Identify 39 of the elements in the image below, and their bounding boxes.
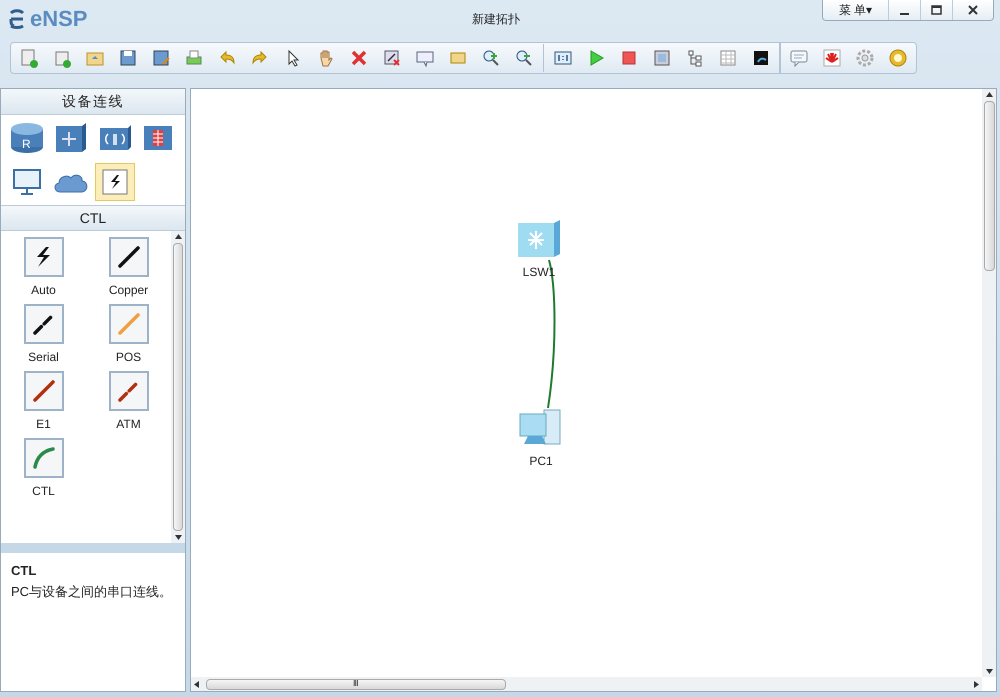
minimize-icon [900, 13, 909, 15]
window-title: 新建拓扑 [472, 11, 520, 28]
panel-header: CTL [1, 205, 185, 231]
link-type-item[interactable]: ATM [86, 371, 171, 433]
scroll-thumb[interactable] [984, 101, 994, 271]
scroll-left-icon [193, 680, 200, 688]
router-letter: R [22, 138, 31, 150]
app-logo: eNSP [30, 8, 88, 30]
scrollbar[interactable] [171, 231, 185, 543]
link-type-item[interactable]: Copper [86, 237, 171, 299]
monitor-icon [11, 167, 43, 197]
link-type-item[interactable]: E1 [1, 371, 86, 433]
close-icon [968, 5, 978, 15]
vertical-scrollbar[interactable] [982, 89, 996, 677]
lightning-icon [102, 169, 128, 195]
link-type-item[interactable]: CTL [1, 438, 86, 500]
scroll-down-icon [174, 534, 182, 541]
device-category-button[interactable]: R [7, 119, 47, 157]
scroll-right-icon [973, 680, 980, 688]
panel-header: 设备连线 [1, 89, 185, 115]
scroll-thumb[interactable]: Ⅲ [206, 678, 506, 690]
horizontal-scrollbar[interactable]: Ⅲ [191, 677, 982, 691]
maximize-icon [931, 5, 942, 15]
device-category-button[interactable] [95, 163, 135, 201]
description-text: PC与设备之间的串口连线。 [11, 584, 173, 598]
scroll-up-icon [986, 91, 992, 98]
description-title: CTL [11, 562, 38, 580]
switch-icon [54, 122, 88, 154]
scroll-down-icon [986, 668, 992, 675]
link-type-item[interactable]: Serial [1, 304, 86, 366]
link-type-item[interactable]: Auto [1, 237, 86, 299]
link-type-item[interactable]: POS [86, 304, 171, 366]
scroll-grip: Ⅲ [353, 680, 359, 688]
lightning-icon [24, 237, 64, 277]
scroll-thumb[interactable] [173, 243, 183, 531]
router-icon [9, 121, 45, 155]
logo-icon [8, 9, 26, 29]
scroll-up-icon [174, 233, 182, 240]
node-label: PC1 [529, 453, 553, 470]
